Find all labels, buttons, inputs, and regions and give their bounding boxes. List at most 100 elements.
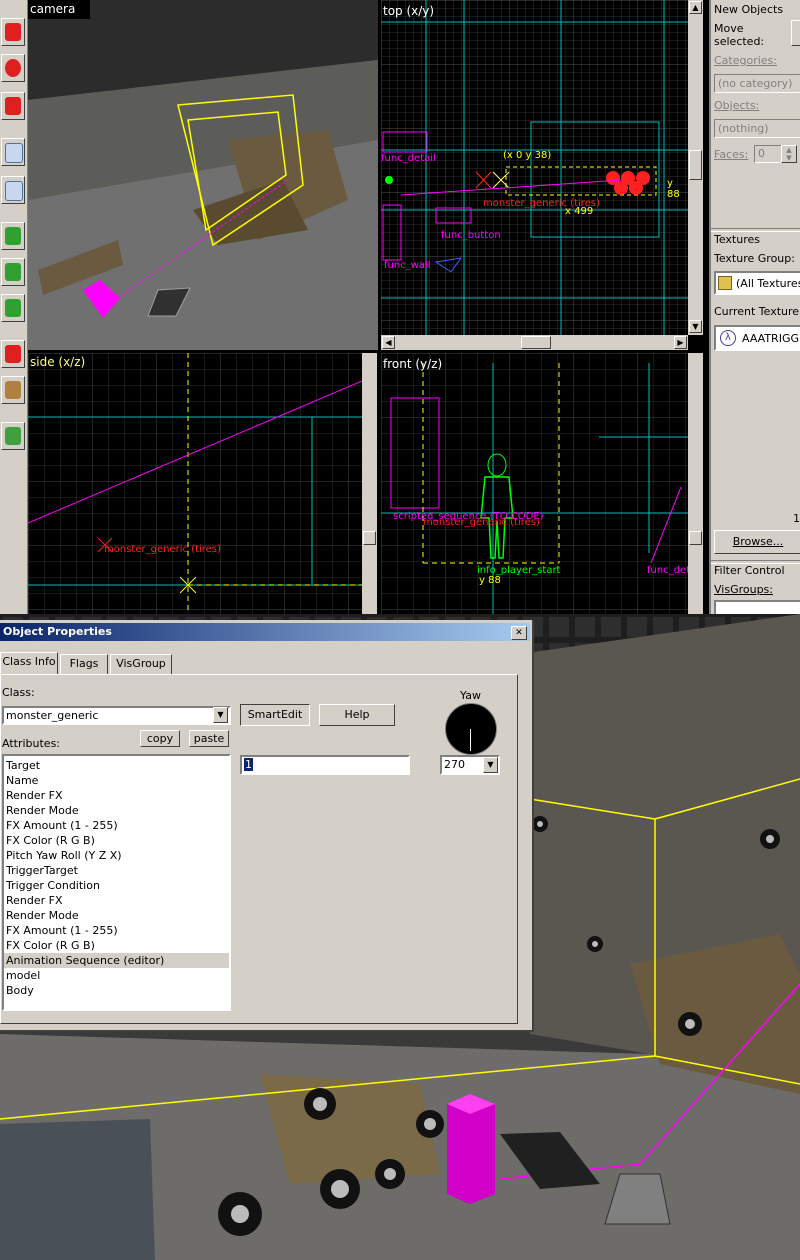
top-viewport[interactable]: top (x/y) func_detail (x 0 y 38) monster… (381, 0, 688, 335)
camera-tool-button[interactable] (1, 92, 25, 120)
texture-group-combo[interactable]: (All Textures) (714, 271, 800, 295)
texture-tool-button[interactable] (1, 222, 25, 250)
attribute-row[interactable]: Render FX (4, 893, 229, 908)
right-panel: New Objects Move selected: Categories: (… (709, 0, 800, 628)
class-combo[interactable]: monster_generic (2, 706, 231, 725)
front-scroll-thumb[interactable] (689, 531, 702, 545)
block-tool-button[interactable] (1, 176, 25, 204)
camera-viewport-label: camera (30, 2, 76, 16)
value-field-text: 1 (244, 758, 253, 771)
attribute-row[interactable]: FX Amount (1 - 255) (4, 923, 229, 938)
side-viewport[interactable]: side (x/z) monster_generic (tires) (28, 353, 362, 614)
red-decal-icon (5, 345, 21, 363)
selected-label: selected: (714, 35, 765, 48)
tab-flags[interactable]: Flags (60, 654, 108, 674)
move-label: Move (714, 22, 744, 35)
side-vertical-scrollbar[interactable] (362, 353, 377, 614)
scroll-thumb-h[interactable] (521, 336, 551, 349)
front-vertical-scrollbar[interactable] (688, 353, 703, 614)
attribute-row[interactable]: model (4, 968, 229, 983)
front-label-y88: y 88 (479, 575, 501, 586)
class-label: Class: (2, 686, 35, 699)
apply-decal-button[interactable] (1, 294, 25, 322)
attribute-row[interactable]: Render Mode (4, 908, 229, 923)
scroll-up-icon[interactable]: ▲ (689, 1, 702, 14)
scroll-down-icon[interactable]: ▼ (689, 320, 702, 333)
magnify-icon (5, 59, 21, 77)
scroll-right-icon[interactable]: ▶ (674, 336, 687, 349)
current-texture-value: AAATRIGGER (742, 332, 800, 345)
new-objects-heading: New Objects (714, 3, 784, 16)
yaw-dial[interactable] (445, 703, 497, 755)
dialog-title-bar[interactable]: Object Properties (0, 623, 530, 641)
copy-button[interactable]: copy (140, 730, 180, 747)
camera-icon (5, 97, 21, 115)
attribute-row[interactable]: Render Mode (4, 803, 229, 818)
front-viewport[interactable]: front (y/z) scripted_sequence (TO CODE) … (381, 353, 688, 614)
attribute-row[interactable]: Pitch Yaw Roll (Y Z X) (4, 848, 229, 863)
side-scroll-thumb[interactable] (363, 531, 376, 545)
attribute-row[interactable]: Target (4, 758, 229, 773)
help-button[interactable]: Help (319, 704, 395, 726)
attribute-row[interactable]: TriggerTarget (4, 863, 229, 878)
light-icon (5, 143, 23, 163)
top-label-func-button: func_button (441, 230, 501, 241)
selection-tool-button[interactable] (1, 18, 25, 46)
entity-tool-button[interactable] (1, 138, 25, 166)
objects-combo[interactable]: (nothing) (714, 119, 800, 138)
tab-class-info[interactable]: Class Info (0, 652, 58, 674)
select-arrow-icon (5, 23, 21, 41)
dialog-title: Object Properties (3, 625, 112, 638)
gear-icon (5, 381, 21, 399)
cube-icon (5, 181, 23, 201)
stray-digit: 1 (793, 512, 800, 525)
scroll-left-icon[interactable]: ◀ (382, 336, 395, 349)
top-label-x499: x 499 (565, 206, 594, 217)
half-life-lambda-icon: λ (720, 330, 736, 346)
categories-combo[interactable]: (no category) (714, 74, 800, 93)
browse-button[interactable]: Browse... (714, 530, 800, 554)
magnify-tool-button[interactable] (1, 54, 25, 82)
truck-icon (5, 427, 21, 445)
top-label-y88: y 88 (667, 178, 680, 200)
attributes-list[interactable]: Target Name Render FX Render Mode FX Amount … (2, 754, 231, 1011)
front-label-func-det: func_det (647, 565, 688, 576)
yaw-dropdown-arrow-icon[interactable]: ▼ (483, 757, 498, 773)
move-selected-button[interactable] (791, 20, 800, 46)
faces-spinner[interactable]: ▲ ▼ (781, 145, 797, 163)
current-texture-combo[interactable]: λ AAATRIGGER (714, 325, 800, 351)
decal-tool-button[interactable] (1, 340, 25, 368)
attribute-row[interactable]: FX Color (R G B) (4, 938, 229, 953)
attribute-row[interactable]: FX Color (R G B) (4, 833, 229, 848)
green-cube2-icon (5, 263, 21, 281)
tab-visgroup[interactable]: VisGroup (110, 654, 172, 674)
texture-group-value: (All Textures) (736, 277, 800, 290)
attribute-row[interactable]: Name (4, 773, 229, 788)
value-field[interactable]: 1 (240, 755, 410, 775)
scroll-thumb[interactable] (689, 150, 702, 180)
side-label-monster: monster_generic (tires) (104, 544, 221, 555)
yaw-needle (470, 729, 471, 751)
yaw-label: Yaw (460, 689, 481, 702)
top-horizontal-scrollbar[interactable]: ◀ ▶ (381, 335, 688, 350)
class-value: monster_generic (6, 709, 99, 722)
camera-viewport[interactable]: camera (28, 0, 378, 350)
front-viewport-label: front (y/z) (383, 357, 443, 371)
apply-texture-button[interactable] (1, 258, 25, 286)
attribute-row[interactable]: Trigger Condition (4, 878, 229, 893)
top-vertical-scrollbar[interactable]: ▲ ▼ (688, 0, 703, 335)
yaw-value: 270 (444, 758, 465, 771)
visgroups-label: VisGroups: (714, 583, 773, 596)
attribute-row[interactable]: FX Amount (1 - 255) (4, 818, 229, 833)
attribute-row[interactable]: Body (4, 983, 229, 998)
clip-tool-button[interactable] (1, 376, 25, 404)
green-cube3-icon (5, 299, 21, 317)
textures-heading: Textures (714, 233, 760, 246)
class-dropdown-arrow-icon[interactable]: ▼ (213, 707, 228, 723)
path-tool-button[interactable] (1, 422, 25, 450)
close-icon[interactable]: ✕ (511, 626, 527, 640)
attribute-row[interactable]: Animation Sequence (editor) (4, 953, 229, 968)
smartedit-toggle[interactable]: SmartEdit (240, 704, 310, 726)
attribute-row[interactable]: Render FX (4, 788, 229, 803)
paste-button[interactable]: paste (189, 730, 229, 747)
